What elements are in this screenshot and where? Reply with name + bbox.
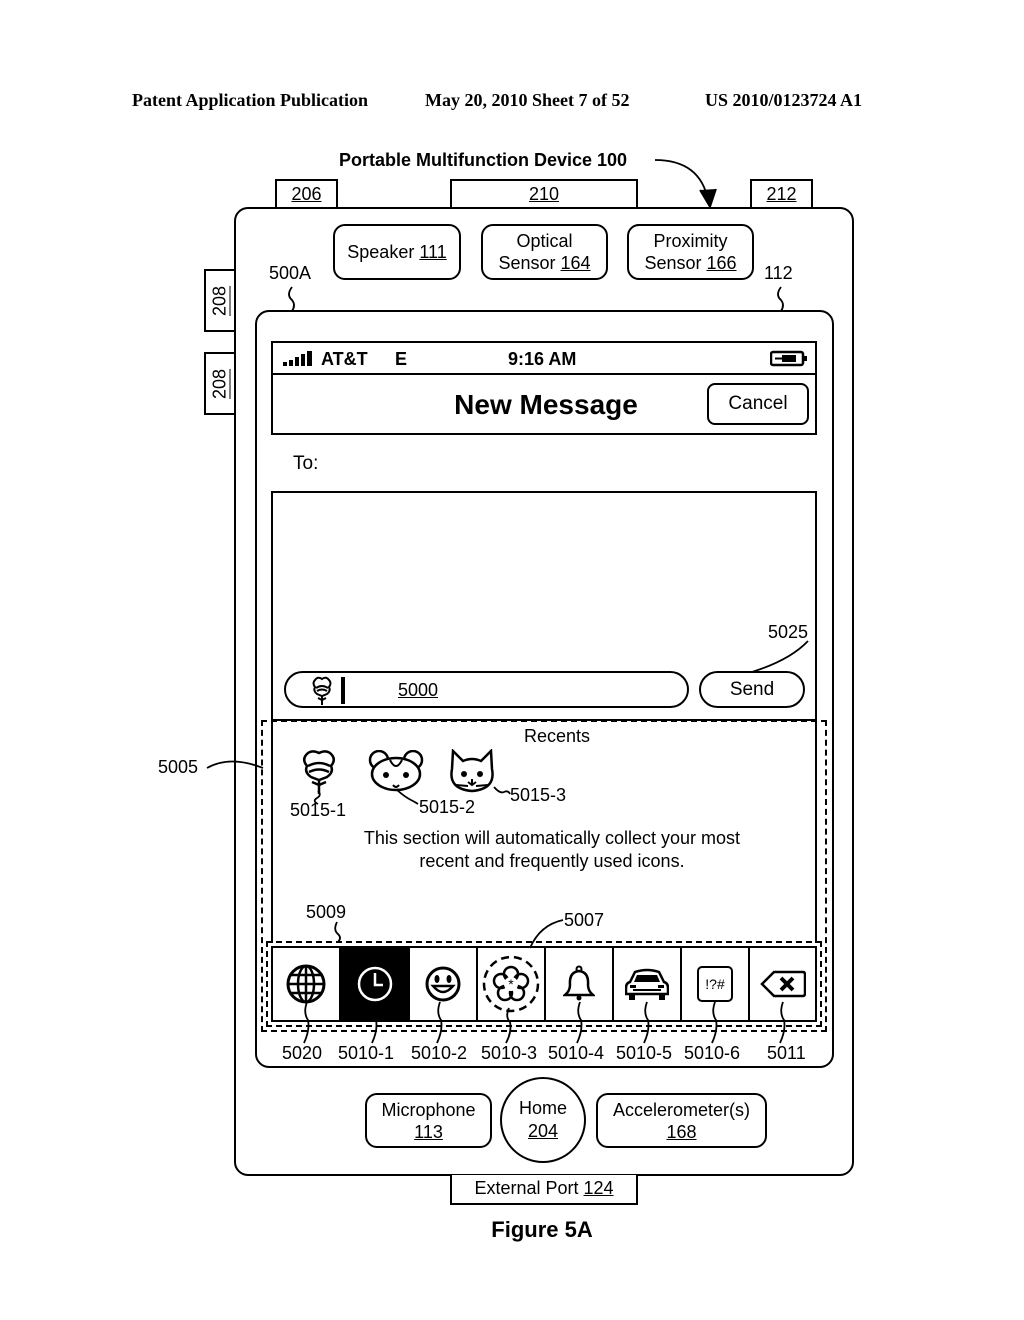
clock-icon	[357, 966, 392, 1002]
toolbar-ref-5010-6: 5010-6	[684, 1043, 741, 1063]
arrowhead	[699, 188, 717, 210]
svg-text:*: *	[508, 976, 514, 992]
device-title: Portable Multifunction Device 100	[339, 150, 628, 170]
optical-sensor-ref: 164	[560, 253, 591, 273]
hardware-button-206[interactable]: 206	[275, 179, 338, 209]
send-ref-label: 5025	[768, 622, 809, 642]
rose-icon	[312, 676, 332, 705]
recent-ref-5015-2: 5015-2	[419, 797, 476, 817]
toolbar-ref-5020: 5020	[282, 1043, 323, 1063]
external-port-label: External Port	[474, 1178, 579, 1198]
accelerometer-label: Accelerometer(s)	[612, 1099, 751, 1120]
external-port[interactable]: External Port 124	[450, 1175, 638, 1205]
toolbar-symbols-button[interactable]: !?#	[682, 948, 750, 1020]
keyboard-ref-label: 5005	[158, 757, 199, 777]
patent-number: US 2010/0123724 A1	[705, 90, 863, 110]
device-title-arrow	[654, 159, 709, 201]
proximity-sensor-ref: 166	[706, 253, 737, 273]
screen-ref-label: 500A	[269, 263, 312, 283]
toolbar-recents-button[interactable]	[341, 948, 410, 1020]
external-port-ref: 124	[583, 1178, 614, 1198]
speaker-ref: 111	[419, 242, 447, 262]
microphone-label: Microphone	[381, 1099, 476, 1120]
nav-bar: New Message Cancel	[271, 373, 817, 435]
send-button[interactable]: Send	[699, 671, 805, 708]
optical-sensor: Optical Sensor 164	[481, 224, 608, 280]
car-icon	[625, 968, 669, 1000]
hardware-button-210[interactable]: 210	[450, 179, 638, 209]
backspace-icon	[759, 970, 806, 998]
speaker: Speaker 111	[333, 224, 461, 280]
cat-icon[interactable]	[448, 749, 496, 793]
proximity-sensor: Proximity Sensor 166	[627, 224, 754, 280]
cancel-button[interactable]: Cancel	[707, 383, 809, 425]
signal-bars-icon	[283, 351, 312, 366]
time-label: 9:16 AM	[508, 349, 577, 369]
home-button[interactable]: Home 204	[500, 1077, 586, 1163]
ref-label: 210	[528, 184, 560, 204]
recent-ref-5015-3: 5015-3	[510, 785, 567, 805]
ref-label: 208	[209, 285, 230, 316]
accelerometer-ref: 168	[666, 1121, 697, 1142]
text-cursor	[341, 677, 345, 704]
toolbar-ref-5010-1: 5010-1	[338, 1043, 395, 1063]
accelerometer: Accelerometer(s) 168	[596, 1093, 767, 1148]
side-button-208-a[interactable]: 208	[204, 269, 236, 332]
toolbar-flower-button[interactable]: *	[478, 948, 546, 1020]
input-ref-label: 5000	[398, 680, 439, 700]
emoji-category-toolbar: * !?#	[271, 946, 817, 1022]
toolbar-smiley-button[interactable]	[410, 948, 478, 1020]
ref-label: 206	[291, 184, 322, 204]
toolbar-backspace-button[interactable]	[750, 948, 815, 1020]
proximity-sensor-line1: Proximity	[653, 231, 728, 251]
toolbar-ref-5011: 5011	[767, 1043, 806, 1063]
highlight-ref-label: 5007	[564, 910, 605, 930]
bell-icon	[563, 965, 595, 1001]
side-button-208-b[interactable]: 208	[204, 352, 236, 415]
toolbar-ref-5010-2: 5010-2	[411, 1043, 468, 1063]
microphone: Microphone 113	[365, 1093, 492, 1148]
optical-sensor-label: Sensor	[498, 253, 556, 273]
toolbar-car-button[interactable]	[614, 948, 682, 1020]
carrier-label: AT&T	[321, 349, 368, 369]
figure-caption: Figure 5A	[491, 1217, 593, 1242]
proximity-sensor-label: Sensor	[644, 253, 702, 273]
recents-message-line1: This section will automatically collect …	[363, 828, 741, 848]
home-ref: 204	[527, 1121, 559, 1141]
microphone-ref: 113	[414, 1121, 443, 1142]
recents-message-line2: recent and frequently used icons.	[419, 851, 685, 871]
toolbar-bell-button[interactable]	[546, 948, 614, 1020]
ref-label: 208	[209, 368, 230, 399]
smiley-icon	[425, 966, 461, 1002]
ref-label: 212	[766, 184, 797, 204]
date-sheet-label: May 20, 2010 Sheet 7 of 52	[425, 90, 630, 110]
toolbar-ref-5010-4: 5010-4	[548, 1043, 605, 1063]
speaker-label: Speaker	[347, 242, 415, 262]
recent-ref-5015-1: 5015-1	[290, 800, 347, 820]
optical-sensor-line1: Optical	[516, 231, 573, 251]
hamster-icon[interactable]	[368, 750, 424, 792]
toolbar-ref-5010-3: 5010-3	[481, 1043, 538, 1063]
recents-title: Recents	[523, 726, 591, 746]
flower-icon: *	[482, 955, 540, 1013]
message-body-area[interactable]	[271, 491, 817, 665]
message-input[interactable]: 5000	[284, 671, 689, 708]
toolbar-globe-button[interactable]	[273, 948, 341, 1020]
page-area-ref-label: 5009	[306, 902, 347, 922]
to-label[interactable]: To:	[293, 453, 318, 475]
battery-charging-icon	[770, 350, 807, 367]
status-bar: AT&T E 9:16 AM	[271, 341, 817, 375]
hardware-button-212[interactable]: 212	[750, 179, 813, 209]
display-ref-label: 112	[764, 263, 793, 283]
rose-icon[interactable]	[298, 749, 340, 795]
symbols-icon: !?#	[697, 966, 733, 1002]
toolbar-ref-5010-5: 5010-5	[616, 1043, 673, 1063]
network-label: E	[395, 349, 408, 369]
publication-label: Patent Application Publication	[132, 90, 369, 110]
home-label: Home	[518, 1098, 567, 1118]
globe-icon	[286, 964, 326, 1004]
